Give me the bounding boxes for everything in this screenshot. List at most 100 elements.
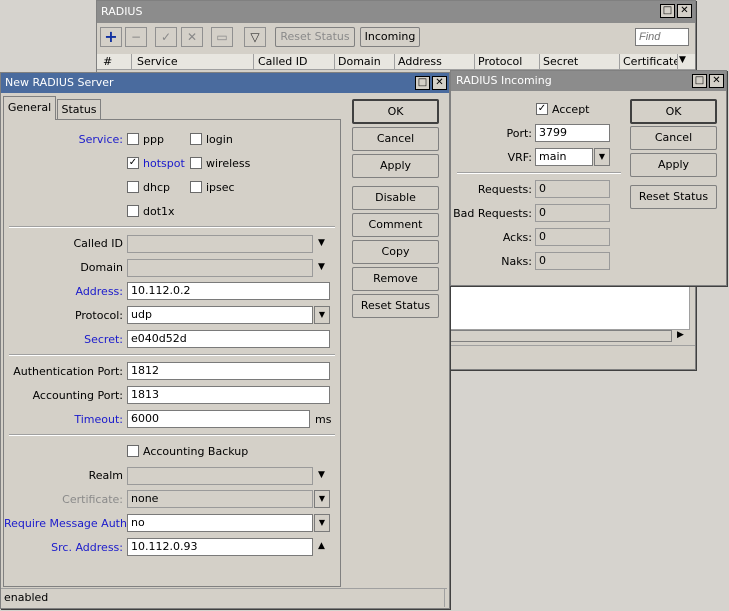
incoming-apply-button[interactable]: Apply <box>630 153 717 177</box>
ppp-label: ppp <box>143 133 164 146</box>
protocol-select[interactable]: udp <box>127 306 313 324</box>
realm-dropdown-icon[interactable]: ▼ <box>318 470 325 480</box>
port-input[interactable]: 3799 <box>535 124 610 142</box>
incoming-reset-status-button[interactable]: Reset Status <box>630 185 717 209</box>
col-address[interactable]: Address <box>395 54 475 70</box>
src-address-label: Src. Address: <box>51 541 123 554</box>
add-icon[interactable]: + <box>100 27 122 47</box>
incoming-cancel-button[interactable]: Cancel <box>630 126 717 150</box>
src-address-collapse-icon[interactable]: ▲ <box>318 541 325 551</box>
auth-port-label: Authentication Port: <box>13 365 123 378</box>
enable-icon[interactable]: ✓ <box>155 27 177 47</box>
vrf-select[interactable]: main <box>535 148 593 166</box>
domain-field[interactable] <box>127 259 313 277</box>
realm-field[interactable] <box>127 467 313 485</box>
requests-label: Requests: <box>477 183 532 196</box>
incoming-titlebar: RADIUS Incoming <box>451 71 726 91</box>
find-input[interactable] <box>635 28 689 46</box>
col-certificate[interactable]: Certificate <box>620 54 678 70</box>
auth-port-input[interactable]: 1812 <box>127 362 330 380</box>
table-body <box>450 286 690 329</box>
scroll-thumb[interactable] <box>450 330 672 342</box>
remove-button[interactable]: Remove <box>352 267 439 291</box>
wireless-checkbox[interactable] <box>190 157 202 169</box>
called-id-field[interactable] <box>127 235 313 253</box>
disable-icon[interactable]: ✕ <box>181 27 203 47</box>
tab-general[interactable]: General <box>3 96 56 120</box>
require-msg-auth-select[interactable]: no <box>127 514 313 532</box>
copy-button[interactable]: Copy <box>352 240 439 264</box>
acks-label: Acks: <box>502 231 532 244</box>
dot1x-checkbox[interactable] <box>127 205 139 217</box>
ok-button[interactable]: OK <box>352 99 439 124</box>
require-msg-auth-dropdown-icon[interactable]: ▼ <box>314 514 330 532</box>
vrf-dropdown-icon[interactable]: ▼ <box>594 148 610 166</box>
comment-button[interactable]: Comment <box>352 213 439 237</box>
incoming-ok-button[interactable]: OK <box>630 99 717 124</box>
cancel-button[interactable]: Cancel <box>352 127 439 151</box>
certificate-dropdown-icon[interactable]: ▼ <box>314 490 330 508</box>
ipsec-checkbox[interactable] <box>190 181 202 193</box>
reset-status-button[interactable]: Reset Status <box>352 294 439 318</box>
dot1x-label: dot1x <box>143 205 175 218</box>
maximize-icon[interactable]: □ <box>660 4 675 18</box>
timeout-input[interactable]: 6000 <box>127 410 310 428</box>
tab-status[interactable]: Status <box>57 99 101 120</box>
close-icon[interactable]: ✕ <box>709 74 724 88</box>
comment-icon[interactable]: ▭ <box>211 27 233 47</box>
dhcp-label: dhcp <box>143 181 170 194</box>
col-service[interactable]: Service <box>134 54 254 70</box>
address-input[interactable]: 10.112.0.2 <box>127 282 330 300</box>
scroll-right-icon[interactable]: ▶ <box>677 330 684 340</box>
filter-icon[interactable]: ▽ <box>244 27 266 47</box>
acct-port-label: Accounting Port: <box>32 389 123 402</box>
secret-input[interactable]: e040d52d <box>127 330 330 348</box>
naks-label: Naks: <box>501 255 532 268</box>
close-icon[interactable]: ✕ <box>432 76 447 90</box>
apply-button[interactable]: Apply <box>352 154 439 178</box>
separator <box>9 226 335 228</box>
dialog-status-bar: enabled <box>1 588 447 607</box>
tab-general-label: General <box>7 101 52 114</box>
accounting-backup-checkbox[interactable] <box>127 445 139 457</box>
col-number[interactable]: # <box>100 54 132 70</box>
column-menu-icon[interactable]: ▼ <box>679 55 686 65</box>
login-checkbox[interactable] <box>190 133 202 145</box>
col-protocol[interactable]: Protocol <box>475 54 540 70</box>
realm-label: Realm <box>88 469 123 482</box>
certificate-select[interactable]: none <box>127 490 313 508</box>
called-id-dropdown-icon[interactable]: ▼ <box>318 238 325 248</box>
col-called-id[interactable]: Called ID <box>255 54 335 70</box>
remove-icon[interactable]: − <box>125 27 147 47</box>
certificate-label: Certificate: <box>62 493 123 506</box>
close-icon[interactable]: ✕ <box>677 4 692 18</box>
requests-value: 0 <box>535 180 610 198</box>
port-label: Port: <box>506 127 532 140</box>
protocol-dropdown-icon[interactable]: ▼ <box>314 306 330 324</box>
hotspot-checkbox[interactable]: ✓ <box>127 157 139 169</box>
radius-status-bar <box>450 345 695 367</box>
col-secret[interactable]: Secret <box>540 54 620 70</box>
timeout-unit: ms <box>315 413 332 426</box>
disable-button[interactable]: Disable <box>352 186 439 210</box>
require-msg-auth-label: Require Message Auth: <box>4 517 131 530</box>
col-domain[interactable]: Domain <box>335 54 395 70</box>
incoming-button[interactable]: Incoming <box>360 27 420 47</box>
separator <box>457 172 621 174</box>
ppp-checkbox[interactable] <box>127 133 139 145</box>
domain-dropdown-icon[interactable]: ▼ <box>318 262 325 272</box>
radius-window-titlebar: RADIUS <box>97 1 695 23</box>
tab-status-label: Status <box>61 103 97 116</box>
accept-checkbox[interactable]: ✓ <box>536 103 548 115</box>
service-label: Service: <box>78 133 123 146</box>
dhcp-checkbox[interactable] <box>127 181 139 193</box>
separator <box>9 434 335 436</box>
hotspot-label: hotspot <box>143 157 185 170</box>
maximize-icon[interactable]: □ <box>692 74 707 88</box>
acct-port-input[interactable]: 1813 <box>127 386 330 404</box>
src-address-input[interactable]: 10.112.0.93 <box>127 538 313 556</box>
status-text: enabled <box>4 591 49 604</box>
separator <box>9 354 335 356</box>
reset-status-button[interactable]: Reset Status <box>275 27 355 47</box>
maximize-icon[interactable]: □ <box>415 76 430 90</box>
